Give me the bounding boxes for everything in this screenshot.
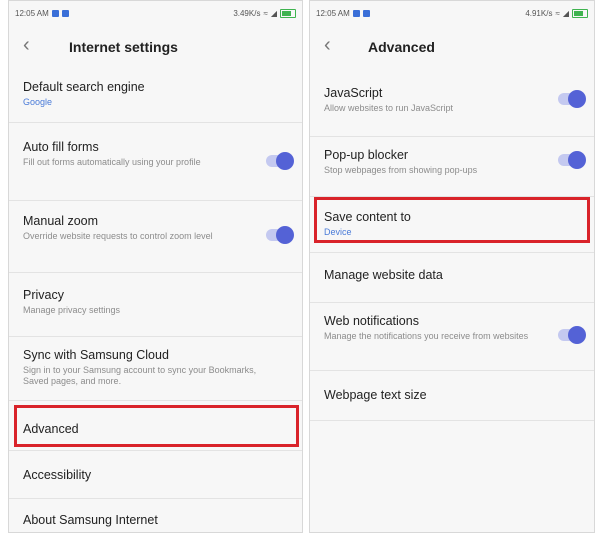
setting-advanced[interactable]: Advanced <box>9 405 302 451</box>
battery-icon <box>280 8 296 18</box>
setting-desc: Manage the notifications you receive fro… <box>324 331 529 341</box>
setting-about[interactable]: About Samsung Internet <box>9 499 302 532</box>
setting-value: Google <box>23 97 53 107</box>
battery-icon <box>572 8 588 18</box>
status-bar: 12:05 AM 4.91K/s ≈ ◢ <box>310 1 594 25</box>
setting-popup-blocker[interactable]: Pop-up blocker Stop webpages from showin… <box>310 137 594 197</box>
setting-desc: Fill out forms automatically using your … <box>23 157 201 167</box>
popup-blocker-toggle[interactable] <box>558 151 586 169</box>
app-bar: ‹ Internet settings <box>9 25 302 69</box>
setting-title: Web notifications <box>324 314 419 328</box>
setting-title: JavaScript <box>324 86 383 100</box>
setting-title: Manual zoom <box>23 214 99 228</box>
status-bar: 12:05 AM 3.49K/s ≈ ◢ <box>9 1 302 25</box>
wifi-icon: ≈ <box>263 8 268 18</box>
setting-desc: Allow websites to run JavaScript <box>324 103 454 113</box>
network-speed: 3.49K/s <box>233 8 261 18</box>
advanced-settings-screen: 12:05 AM 4.91K/s ≈ ◢ ‹ Advanced JavaScri… <box>309 0 595 533</box>
notification-icon <box>362 9 370 17</box>
wifi-icon: ≈ <box>555 8 560 18</box>
back-arrow-icon[interactable]: ‹ <box>23 35 30 55</box>
setting-title: Accessibility <box>23 468 92 482</box>
signal-icon: ◢ <box>562 8 569 18</box>
setting-accessibility[interactable]: Accessibility <box>9 451 302 499</box>
setting-desc: Sign in to your Samsung account to sync … <box>23 365 257 386</box>
setting-title: Sync with Samsung Cloud <box>23 348 169 362</box>
internet-settings-screen: 12:05 AM 3.49K/s ≈ ◢ ‹ Internet settings… <box>8 0 303 533</box>
setting-title: Privacy <box>23 288 64 302</box>
setting-privacy[interactable]: Privacy Manage privacy settings <box>9 273 302 337</box>
network-speed: 4.91K/s <box>525 8 553 18</box>
notification-icon <box>352 9 360 17</box>
setting-title: Manage website data <box>324 268 443 282</box>
setting-auto-fill-forms[interactable]: Auto fill forms Fill out forms automatic… <box>9 129 302 201</box>
web-notifications-toggle[interactable] <box>558 326 586 344</box>
setting-javascript[interactable]: JavaScript Allow websites to run JavaScr… <box>310 73 594 137</box>
setting-default-search-engine[interactable]: Default search engine Google <box>9 73 302 123</box>
manual-zoom-toggle[interactable] <box>266 226 294 244</box>
setting-title: Webpage text size <box>324 388 427 402</box>
notification-icon <box>61 9 69 17</box>
setting-title: Default search engine <box>23 80 145 94</box>
setting-manual-zoom[interactable]: Manual zoom Override website requests to… <box>9 201 302 273</box>
signal-icon: ◢ <box>270 8 277 18</box>
setting-title: Save content to <box>324 210 411 224</box>
page-title: Internet settings <box>69 39 178 55</box>
page-title: Advanced <box>368 39 435 55</box>
notification-icon <box>51 9 59 17</box>
setting-webpage-text-size[interactable]: Webpage text size <box>310 371 594 421</box>
setting-desc: Manage privacy settings <box>23 305 121 315</box>
status-time: 12:05 AM <box>316 8 350 18</box>
status-time: 12:05 AM <box>15 8 49 18</box>
back-arrow-icon[interactable]: ‹ <box>324 35 331 55</box>
setting-title: About Samsung Internet <box>23 513 158 527</box>
app-bar: ‹ Advanced <box>310 25 594 69</box>
setting-title: Advanced <box>23 422 79 436</box>
setting-value: Device <box>324 227 352 237</box>
setting-desc: Override website requests to control zoo… <box>23 231 213 241</box>
javascript-toggle[interactable] <box>558 90 586 108</box>
setting-manage-website-data[interactable]: Manage website data <box>310 253 594 303</box>
setting-web-notifications[interactable]: Web notifications Manage the notificatio… <box>310 303 594 371</box>
setting-title: Auto fill forms <box>23 140 99 154</box>
setting-save-content-to[interactable]: Save content to Device <box>310 197 594 253</box>
setting-sync-samsung-cloud[interactable]: Sync with Samsung Cloud Sign in to your … <box>9 337 302 401</box>
auto-fill-toggle[interactable] <box>266 152 294 170</box>
setting-desc: Stop webpages from showing pop-ups <box>324 165 478 175</box>
setting-title: Pop-up blocker <box>324 148 409 162</box>
